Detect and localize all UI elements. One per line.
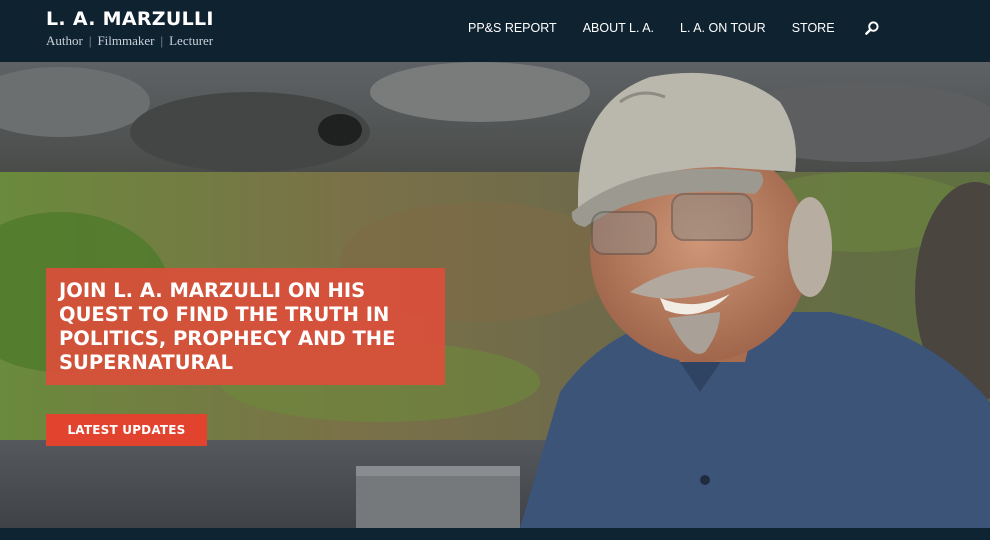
tagline-lecturer: Lecturer xyxy=(169,33,214,48)
nav-item-on-tour[interactable]: L. A. ON TOUR xyxy=(680,21,766,35)
tagline-author: Author xyxy=(46,33,83,48)
brand[interactable]: L. A. MARZULLI Author | Filmmaker | Lect… xyxy=(46,8,214,49)
bottom-strip xyxy=(0,528,990,540)
search-icon[interactable] xyxy=(864,21,879,35)
site-header: L. A. MARZULLI Author | Filmmaker | Lect… xyxy=(0,0,990,62)
nav-item-about[interactable]: ABOUT L. A. xyxy=(583,21,654,35)
latest-updates-button[interactable]: LATEST UPDATES xyxy=(46,414,207,446)
hero-headline-box: JOIN L. A. MARZULLI ON HIS QUEST TO FIND… xyxy=(46,268,445,385)
site-title[interactable]: L. A. MARZULLI xyxy=(46,8,214,30)
site-tagline: Author | Filmmaker | Lecturer xyxy=(46,33,214,49)
tagline-filmmaker: Filmmaker xyxy=(97,33,155,48)
hero-banner: JOIN L. A. MARZULLI ON HIS QUEST TO FIND… xyxy=(0,62,990,528)
nav-item-store[interactable]: STORE xyxy=(792,21,835,35)
nav-item-ppns-report[interactable]: PP&S REPORT xyxy=(468,21,557,35)
tagline-separator: | xyxy=(88,33,92,48)
tagline-separator: | xyxy=(160,33,164,48)
hero-headline: JOIN L. A. MARZULLI ON HIS QUEST TO FIND… xyxy=(59,279,396,374)
main-nav: PP&S REPORT ABOUT L. A. L. A. ON TOUR ST… xyxy=(468,21,879,35)
